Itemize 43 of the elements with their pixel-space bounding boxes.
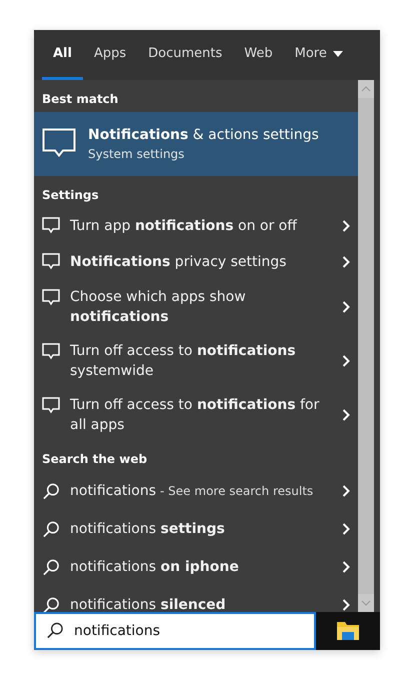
notification-icon (42, 253, 60, 270)
scroll-down-icon[interactable] (361, 600, 371, 606)
section-heading: Settings (41, 187, 100, 204)
notification-icon (42, 397, 60, 414)
web-result[interactable]: notifications on iphone (34, 548, 358, 586)
best-match-item[interactable]: Notifications & actions settings System settings (34, 112, 358, 176)
search-icon (46, 622, 64, 639)
settings-result[interactable]: Turn off access to notifications systemwide (34, 334, 358, 388)
tab[interactable]: Apps (82, 30, 138, 80)
folder-icon[interactable] (336, 620, 360, 642)
search-icon (42, 596, 60, 612)
chevron-icon (342, 599, 350, 611)
settings-result[interactable]: Notifications privacy settings (34, 244, 358, 280)
chevron-icon (342, 256, 350, 268)
search-field[interactable]: notifications (34, 612, 316, 650)
search-icon (42, 520, 60, 538)
tab[interactable]: All (42, 30, 83, 80)
scroll-up-icon[interactable] (361, 86, 371, 92)
settings-result[interactable]: Turn app notifications on or off (34, 208, 358, 244)
web-result[interactable]: notifications silenced (34, 586, 358, 612)
chevron-icon (342, 409, 350, 421)
settings-result[interactable]: Turn off access to notifications for all apps (34, 388, 358, 442)
notification-icon (42, 128, 76, 160)
search-icon (42, 558, 60, 576)
web-result[interactable]: notifications settings (34, 510, 358, 548)
chevron-icon (342, 355, 350, 367)
chevron-icon (342, 561, 350, 573)
notification-icon (42, 217, 60, 234)
chevron-icon (342, 485, 350, 497)
tab[interactable]: Web (233, 30, 284, 80)
section-heading: Best match (41, 91, 120, 108)
chevron-icon (342, 301, 350, 313)
chevron-icon (342, 523, 350, 535)
notification-icon (42, 289, 60, 306)
settings-result[interactable]: Choose which apps show notifications (34, 280, 358, 334)
tab[interactable]: Documents (137, 30, 234, 80)
scrollbar[interactable] (358, 80, 374, 612)
section-heading: Search the web (41, 451, 148, 468)
chevron-icon (342, 220, 350, 232)
tab[interactable]: More (284, 30, 354, 80)
search-icon (42, 482, 60, 500)
web-result[interactable]: notifications - See more search results (34, 472, 358, 510)
notification-icon (42, 343, 60, 360)
